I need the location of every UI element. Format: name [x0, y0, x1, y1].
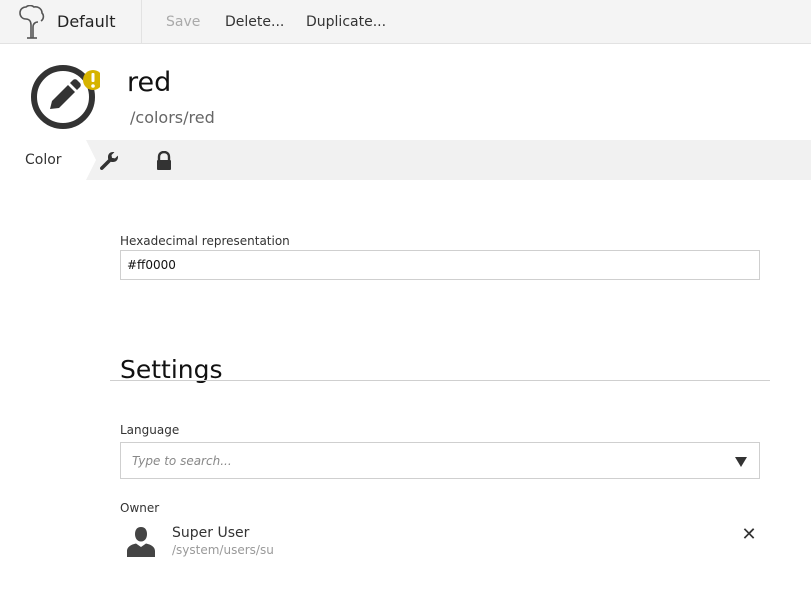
- language-placeholder: Type to search...: [132, 454, 232, 468]
- duplicate-button[interactable]: Duplicate...: [306, 14, 386, 30]
- owner-label: Owner: [120, 501, 160, 515]
- divider: [110, 380, 770, 381]
- language-label: Language: [120, 423, 180, 437]
- user-avatar-icon: [127, 527, 155, 557]
- chevron-down-icon[interactable]: [735, 457, 747, 467]
- warning-badge-icon: [83, 70, 100, 90]
- site-name: Default: [57, 12, 116, 31]
- brand[interactable]: Default: [0, 0, 142, 43]
- delete-button[interactable]: Delete...: [225, 14, 284, 30]
- tab-arrow: [86, 140, 96, 180]
- document-path: /colors/red: [130, 108, 215, 127]
- tab-color-label: Color: [25, 152, 62, 168]
- wrench-icon[interactable]: [99, 151, 119, 171]
- hex-label: Hexadecimal representation: [120, 234, 290, 248]
- top-toolbar: Default Save Delete... Duplicate...: [0, 0, 811, 44]
- owner-path: /system/users/su: [172, 543, 274, 557]
- pencil-icon: [31, 65, 100, 129]
- owner-name: Super User: [172, 525, 250, 541]
- page-title: red: [127, 67, 172, 98]
- remove-owner-icon[interactable]: ✕: [741, 526, 757, 544]
- tab-bar: Color: [0, 140, 811, 180]
- language-select[interactable]: Type to search...: [120, 442, 760, 479]
- lock-icon[interactable]: [154, 151, 174, 171]
- hex-input[interactable]: [120, 250, 760, 280]
- tree-logo-icon: [19, 5, 45, 39]
- save-button[interactable]: Save: [166, 14, 200, 30]
- tab-color[interactable]: Color: [0, 140, 96, 180]
